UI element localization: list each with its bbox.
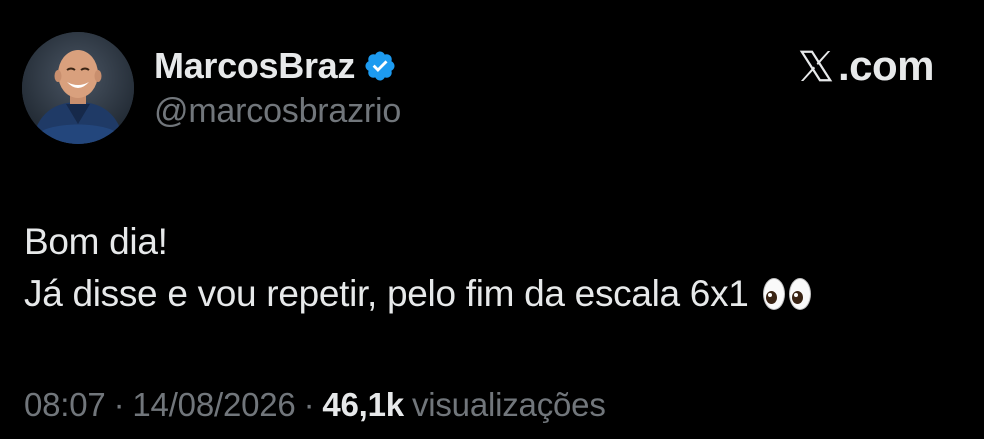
views-label: visualizações: [411, 386, 606, 423]
tweet-card: MarcosBraz @marcosbrazrio .com Bom dia! …: [0, 0, 984, 439]
x-brand: .com: [796, 42, 935, 90]
x-logo-icon: [799, 50, 833, 82]
tweet-time[interactable]: 08:07: [24, 386, 106, 424]
tweet-line-text: Bom dia!: [24, 221, 168, 262]
author-identity: MarcosBraz @marcosbrazrio: [154, 44, 401, 131]
meta-separator: ·: [113, 386, 125, 423]
display-name-row: MarcosBraz: [154, 44, 401, 88]
tweet-line-text: Já disse e vou repetir, pelo fim da esca…: [24, 273, 749, 314]
eyes-emoji-icon: [762, 278, 815, 310]
tweet-line: Bom dia!: [24, 216, 815, 268]
meta-separator: ·: [303, 386, 315, 423]
tweet-line: Já disse e vou repetir, pelo fim da esca…: [24, 268, 815, 320]
verified-badge-icon: [365, 51, 395, 81]
brand-domain-text: .com: [837, 42, 935, 89]
tweet-meta: 08:07 · 14/08/2026 · 46,1k visualizações: [24, 386, 606, 424]
eye-icon: [762, 278, 785, 310]
eye-icon: [788, 278, 811, 310]
tweet-date[interactable]: 14/08/2026: [132, 386, 295, 424]
views-count[interactable]: 46,1k: [322, 386, 404, 424]
display-name[interactable]: MarcosBraz: [154, 45, 355, 87]
author-handle[interactable]: @marcosbrazrio: [154, 92, 401, 131]
profile-photo-icon: [22, 32, 134, 144]
tweet-body: Bom dia! Já disse e vou repetir, pelo fi…: [24, 216, 815, 320]
avatar[interactable]: [22, 32, 134, 144]
